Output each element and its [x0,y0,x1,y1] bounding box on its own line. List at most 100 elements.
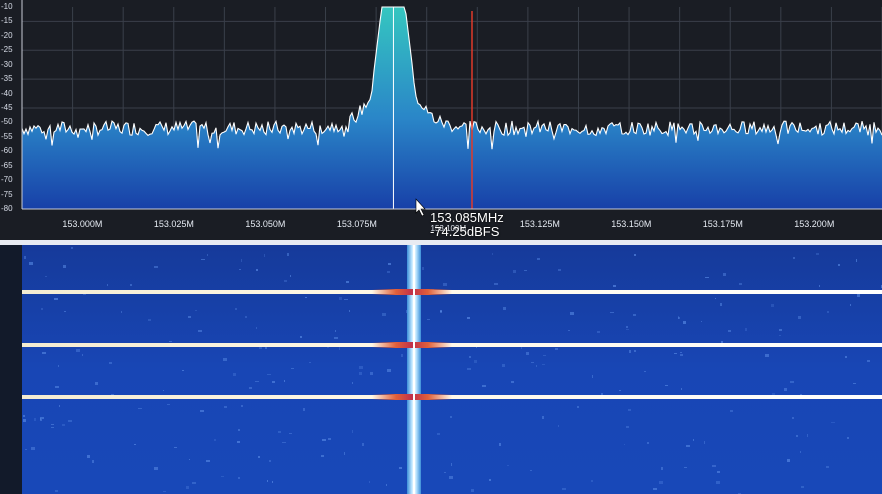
waterfall-noise-speck [686,445,691,447]
x-tick-label: 153.175M [702,219,743,229]
waterfall-noise-speck [787,459,791,463]
waterfall-noise-speck [852,382,857,385]
waterfall-noise-speck [399,466,403,470]
waterfall-noise-speck [50,426,55,429]
waterfall-noise-speck [29,262,34,265]
waterfall-noise-speck [627,409,631,411]
waterfall-noise-speck [282,441,287,443]
waterfall-noise-speck [40,417,42,421]
waterfall-noise-speck [807,434,809,437]
waterfall-display[interactable] [0,245,882,494]
waterfall-noise-speck [730,410,734,412]
waterfall-noise-speck [255,380,259,383]
waterfall-noise-speck [245,315,247,319]
waterfall-noise-speck [277,430,281,433]
waterfall-noise-speck [681,388,683,390]
waterfall-noise-speck [58,405,61,408]
waterfall-noise-speck [188,316,191,318]
waterfall-noise-speck [346,280,350,284]
cursor-readout: 153.085MHz -74.25dBFS [430,211,504,239]
waterfall-noise-speck [154,467,158,470]
y-tick-label: -75 [1,189,13,199]
spectrum-plot[interactable]: -10 -15 -20 -25 -30 -35 -40 -45 -50 -55 -60 -65 -70 -… [0,0,882,240]
waterfall-noise-speck [238,476,241,479]
x-tick-label: 153.125M [519,219,560,229]
waterfall-noise-speck [723,273,727,276]
waterfall-noise-speck [652,487,657,491]
waterfall-noise-speck [449,476,453,479]
waterfall-noise-speck [625,325,629,329]
x-tick-label: 153.050M [245,219,286,229]
waterfall-noise-speck [831,421,836,424]
waterfall-noise-speck [797,316,801,320]
waterfall-noise-speck [240,405,243,408]
waterfall-noise-speck [512,269,517,273]
waterfall-noise-speck [473,360,478,363]
waterfall-noise-speck [468,356,472,359]
y-tick-label: -10 [1,2,13,11]
waterfall-noise-speck [674,352,678,355]
waterfall-noise-speck [24,256,27,259]
waterfall-noise-speck [660,467,663,471]
waterfall-noise-speck [568,329,570,332]
waterfall-burst-line [22,395,882,399]
waterfall-noise-speck [494,282,498,285]
waterfall-noise-speck [283,279,288,282]
waterfall-noise-speck [53,298,58,301]
waterfall-noise-speck [248,386,253,390]
waterfall-noise-speck [714,297,716,299]
y-tick-label: -25 [1,45,13,55]
waterfall-noise-speck [34,417,37,421]
waterfall-noise-speck [717,471,721,474]
waterfall-noise-speck [400,353,404,357]
waterfall-noise-speck [368,481,371,483]
waterfall-noise-speck [255,326,258,330]
x-tick-label: 153.000M [62,219,103,229]
waterfall-noise-speck [683,466,687,469]
waterfall-noise-speck [470,489,475,493]
waterfall-noise-speck [63,265,67,268]
waterfall-noise-speck [223,406,228,409]
waterfall-noise-speck [95,382,99,386]
waterfall-burst-hotspot [372,289,452,295]
waterfall-left-margin [0,245,22,494]
waterfall-noise-speck [45,275,47,277]
cursor-level: -74.25dBFS [430,224,500,239]
waterfall-noise-speck [148,318,151,322]
waterfall-noise-speck [683,321,687,324]
waterfall-noise-speck [55,385,59,388]
waterfall-noise-speck [857,294,861,298]
waterfall-noise-speck [541,363,546,366]
waterfall-noise-speck [120,311,123,313]
cursor-frequency: 153.085MHz [430,210,504,225]
waterfall-noise-speck [238,428,241,432]
waterfall-noise-speck [343,452,345,455]
waterfall-noise-speck [223,358,228,361]
spectrum-canvas[interactable] [0,0,882,240]
waterfall-noise-speck [351,381,353,385]
waterfall-noise-speck [745,327,747,331]
waterfall-noise-speck [328,438,332,441]
waterfall-noise-speck [286,253,290,256]
y-tick-label: -45 [1,103,13,112]
waterfall-noise-speck [162,490,166,493]
waterfall-noise-speck [799,450,802,454]
waterfall-noise-speck [488,478,491,482]
waterfall-noise-speck [783,388,788,391]
waterfall-noise-speck [272,480,274,483]
waterfall-noise-speck [793,257,796,260]
waterfall-noise-speck [206,460,210,463]
waterfall-noise-speck [41,307,44,310]
waterfall-noise-speck [634,350,637,352]
y-tick-label: -55 [1,131,13,141]
waterfall-noise-speck [502,307,506,311]
waterfall-noise-speck [109,362,113,365]
waterfall-noise-speck [437,432,441,435]
y-tick-label: -35 [1,74,13,84]
waterfall-noise-speck [646,442,650,444]
y-tick-label: -30 [1,59,13,69]
waterfall-noise-speck [664,384,669,387]
waterfall-noise-speck [62,424,65,426]
waterfall-noise-speck [530,361,535,363]
waterfall-noise-speck [200,410,204,413]
